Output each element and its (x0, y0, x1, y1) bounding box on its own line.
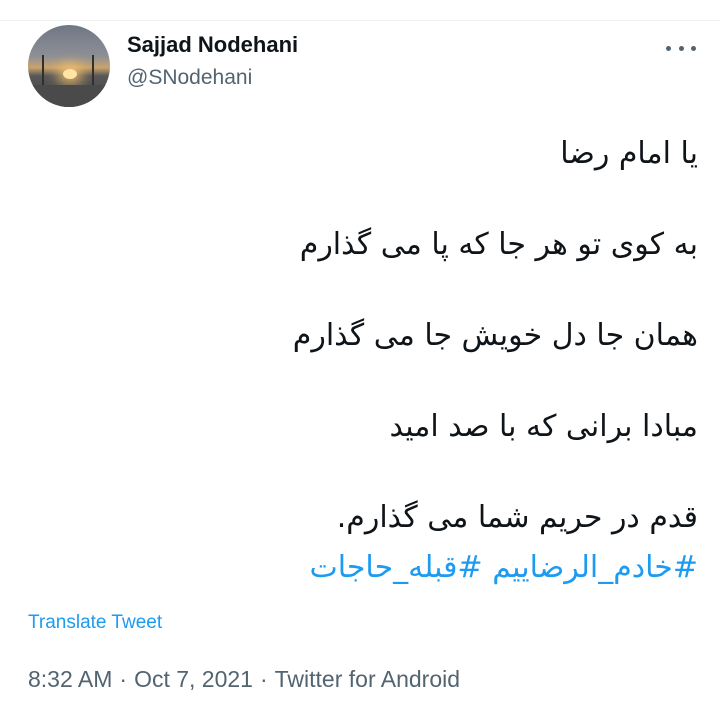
tweet-line: مبادا برانی که با صد امید (389, 409, 698, 444)
avatar-detail (28, 85, 110, 107)
display-name[interactable]: Sajjad Nodehani (127, 32, 298, 58)
dot (691, 45, 696, 51)
separator: · (119, 666, 128, 692)
user-handle[interactable]: @SNodehani (127, 66, 252, 90)
dot (666, 45, 671, 51)
avatar-detail (63, 69, 77, 79)
translate-tweet-link[interactable]: Translate Tweet (28, 612, 162, 634)
avatar[interactable] (28, 25, 110, 107)
tweet-line: به کوی تو هر جا که پا می گذارم (299, 227, 698, 262)
divider (0, 20, 720, 21)
more-options-icon[interactable] (666, 38, 696, 58)
tweet-date[interactable]: Oct 7, 2021 (134, 666, 253, 692)
hashtag-list: #خادم_الرضاییم #قبله_حاجات (58, 544, 699, 592)
avatar-detail (42, 55, 44, 87)
tweet-line: قدم در حریم شما می گذارم. (336, 500, 698, 535)
tweet-line: همان جا دل خویش جا می گذارم (292, 318, 698, 353)
hashtag-link[interactable]: #خادم_الرضاییم (492, 550, 698, 585)
tweet-time[interactable]: 8:32 AM (28, 666, 112, 692)
hashtag-link[interactable]: #قبله_حاجات (310, 550, 483, 585)
tweet-line: یا امام رضا (560, 136, 698, 171)
tweet-card: Sajjad Nodehani @SNodehani یا امام رضا ب… (0, 0, 720, 711)
avatar-detail (92, 55, 94, 87)
tweet-metadata: 8:32 AM · Oct 7, 2021 · Twitter for Android (28, 666, 460, 693)
tweet-source[interactable]: Twitter for Android (275, 666, 460, 692)
separator: · (259, 666, 268, 692)
dot (678, 45, 684, 51)
tweet-text: یا امام رضا به کوی تو هر جا که پا می گذا… (58, 130, 698, 592)
